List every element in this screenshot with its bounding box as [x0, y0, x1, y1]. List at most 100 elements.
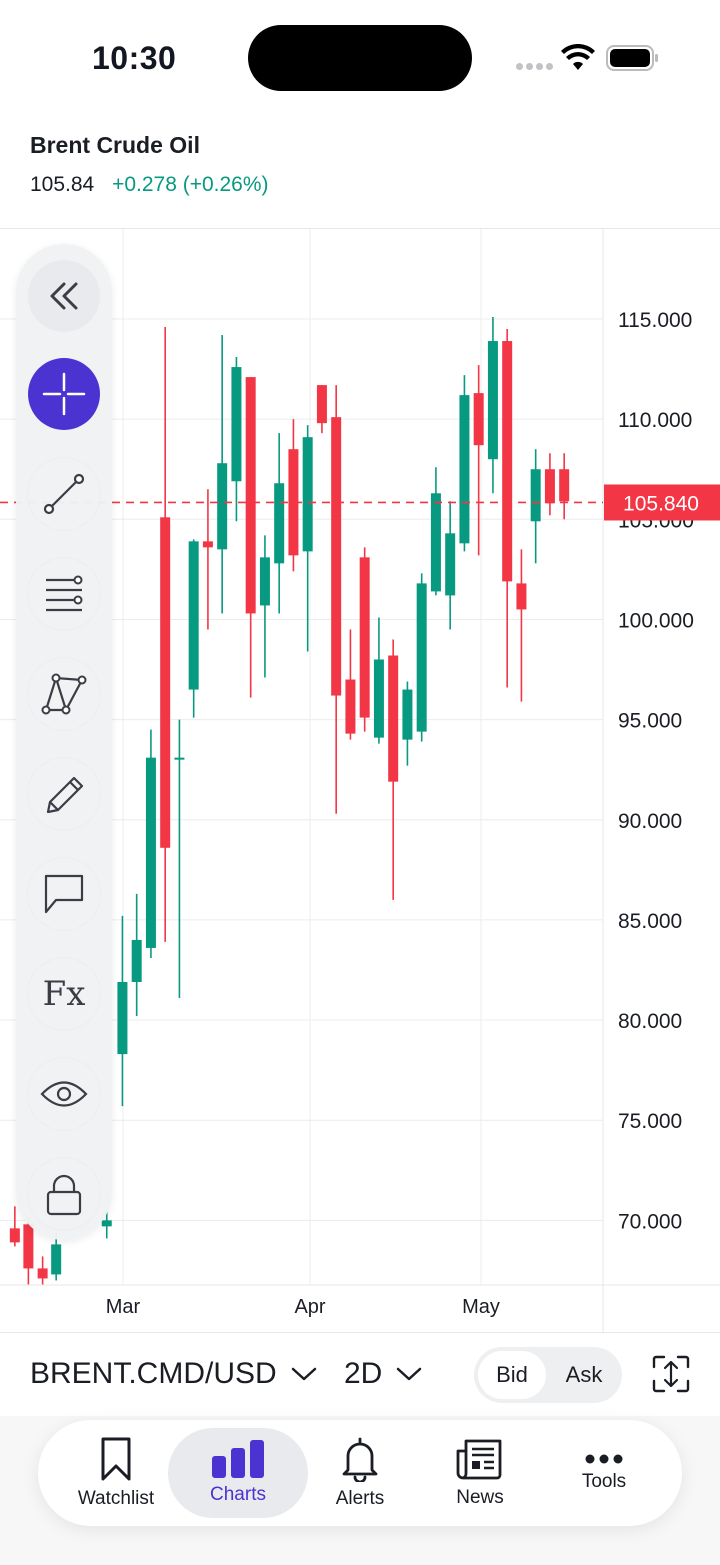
last-price: 105.84: [30, 173, 95, 196]
bid-ask-toggle: Bid Ask: [474, 1347, 622, 1403]
candle-body: [316, 385, 327, 424]
annotation-icon: [44, 874, 84, 914]
candle-body: [131, 939, 142, 982]
y-axis-label: 110.000: [618, 409, 692, 432]
y-axis-label: 75.000: [618, 1110, 682, 1133]
candle-body: [373, 659, 384, 738]
tab-watchlist[interactable]: Watchlist: [52, 1420, 180, 1526]
lock-icon: [46, 1174, 82, 1216]
candle-body: [345, 679, 356, 734]
tab-news[interactable]: News: [416, 1420, 544, 1526]
visibility-button[interactable]: [28, 1058, 100, 1130]
candle-body: [459, 395, 470, 544]
dynamic-island: [248, 25, 472, 91]
candle-body: [160, 517, 171, 848]
tab-charts[interactable]: Charts: [168, 1428, 308, 1518]
candle-body: [388, 655, 399, 782]
bid-button[interactable]: Bid: [478, 1351, 546, 1399]
fib-levels-tool-button[interactable]: [28, 558, 100, 630]
candle-body: [487, 341, 498, 460]
symbol-selector[interactable]: BRENT.CMD/USD: [30, 1357, 317, 1391]
candle-body: [445, 533, 456, 596]
candle-body: [174, 757, 185, 760]
tab-alerts[interactable]: Alerts: [296, 1420, 424, 1526]
candle-body: [145, 757, 156, 948]
ask-button[interactable]: Ask: [550, 1351, 618, 1399]
chevron-down-icon: [291, 1367, 316, 1381]
candle-body: [245, 377, 256, 614]
last-price-label: 105.840: [623, 492, 699, 515]
candle-body: [51, 1244, 62, 1275]
price-change: +0.278 (+0.26%): [112, 173, 269, 196]
y-axis-label: 115.000: [618, 309, 692, 332]
x-axis-label: May: [462, 1296, 500, 1318]
lock-button[interactable]: [28, 1158, 100, 1230]
bookmark-icon: [101, 1437, 131, 1481]
tab-label: Charts: [210, 1484, 266, 1505]
candle-body: [101, 1220, 112, 1227]
more-icon: [585, 1454, 623, 1464]
candle-body: [37, 1268, 48, 1279]
brush-tool-button[interactable]: [28, 758, 100, 830]
chart-controls-bar: BRENT.CMD/USD 2D Bid Ask: [0, 1332, 720, 1416]
candle-body: [430, 493, 441, 592]
eye-icon: [40, 1081, 88, 1107]
candle-body: [202, 541, 213, 548]
candle-body: [217, 463, 228, 550]
newspaper-icon: [456, 1439, 502, 1480]
candle-body: [544, 469, 555, 504]
pattern-tool-button[interactable]: [28, 658, 100, 730]
x-axis-label: Apr: [294, 1296, 325, 1318]
fib-levels-icon: [46, 575, 83, 612]
indicators-button[interactable]: Fx: [28, 958, 100, 1030]
x-axis-label: Mar: [106, 1296, 141, 1318]
candle-body: [473, 393, 484, 446]
battery-icon: [606, 45, 658, 71]
tab-bar-area: Watchlist Charts Alerts News Tools: [0, 1416, 720, 1565]
chevron-down-icon: [397, 1367, 422, 1381]
candle-body: [9, 1228, 20, 1243]
y-axis-label: 80.000: [618, 1010, 682, 1033]
candle-body: [402, 689, 413, 740]
y-axis-label: 100.000: [618, 609, 694, 632]
collapse-toolbar-button[interactable]: [28, 260, 100, 332]
y-axis-label: 85.000: [618, 910, 682, 933]
candle-body: [359, 557, 370, 718]
tab-tools[interactable]: Tools: [540, 1420, 668, 1526]
pattern-icon: [41, 673, 87, 715]
price-row: 105.84 +0.278 (+0.26%): [30, 173, 269, 197]
bar-chart-icon: [212, 1440, 264, 1478]
y-axis-label: 70.000: [618, 1210, 682, 1233]
candle-body: [331, 417, 342, 696]
trend-line-tool-button[interactable]: [28, 458, 100, 530]
candle-body: [302, 437, 313, 552]
tab-label: Alerts: [335, 1488, 385, 1509]
status-time: 10:30: [92, 40, 177, 76]
status-bar: 10:30: [0, 0, 720, 120]
candle-body: [530, 469, 541, 522]
symbol-name: Brent Crude Oil: [30, 132, 200, 158]
candle-body: [559, 469, 570, 502]
timeframe-selector[interactable]: 2D: [344, 1357, 422, 1391]
crosshair-tool-button[interactable]: [28, 358, 100, 430]
y-axis-label: 95.000: [618, 710, 682, 733]
tab-bar: Watchlist Charts Alerts News Tools: [38, 1420, 682, 1526]
candle-body: [23, 1224, 34, 1269]
trend-line-icon: [43, 473, 85, 515]
brush-icon: [46, 776, 84, 814]
signal-icon: [516, 63, 553, 70]
candle-body: [259, 557, 270, 606]
candle-body: [516, 583, 527, 610]
candle-body: [117, 981, 128, 1055]
bell-icon: [342, 1437, 378, 1482]
collapse-icon: [50, 282, 78, 310]
symbol-label: BRENT.CMD/USD: [30, 1357, 277, 1390]
crosshair-icon: [42, 372, 86, 416]
drawing-toolbar: Fx: [16, 244, 112, 1240]
fullscreen-icon[interactable]: [650, 1353, 692, 1395]
symbol-header: Brent Crude Oil 105.84 +0.278 (+0.26%): [30, 132, 269, 197]
wifi-icon: [561, 44, 595, 70]
timeframe-label: 2D: [344, 1357, 383, 1390]
annotation-tool-button[interactable]: [28, 858, 100, 930]
tab-label: Watchlist: [77, 1488, 155, 1509]
